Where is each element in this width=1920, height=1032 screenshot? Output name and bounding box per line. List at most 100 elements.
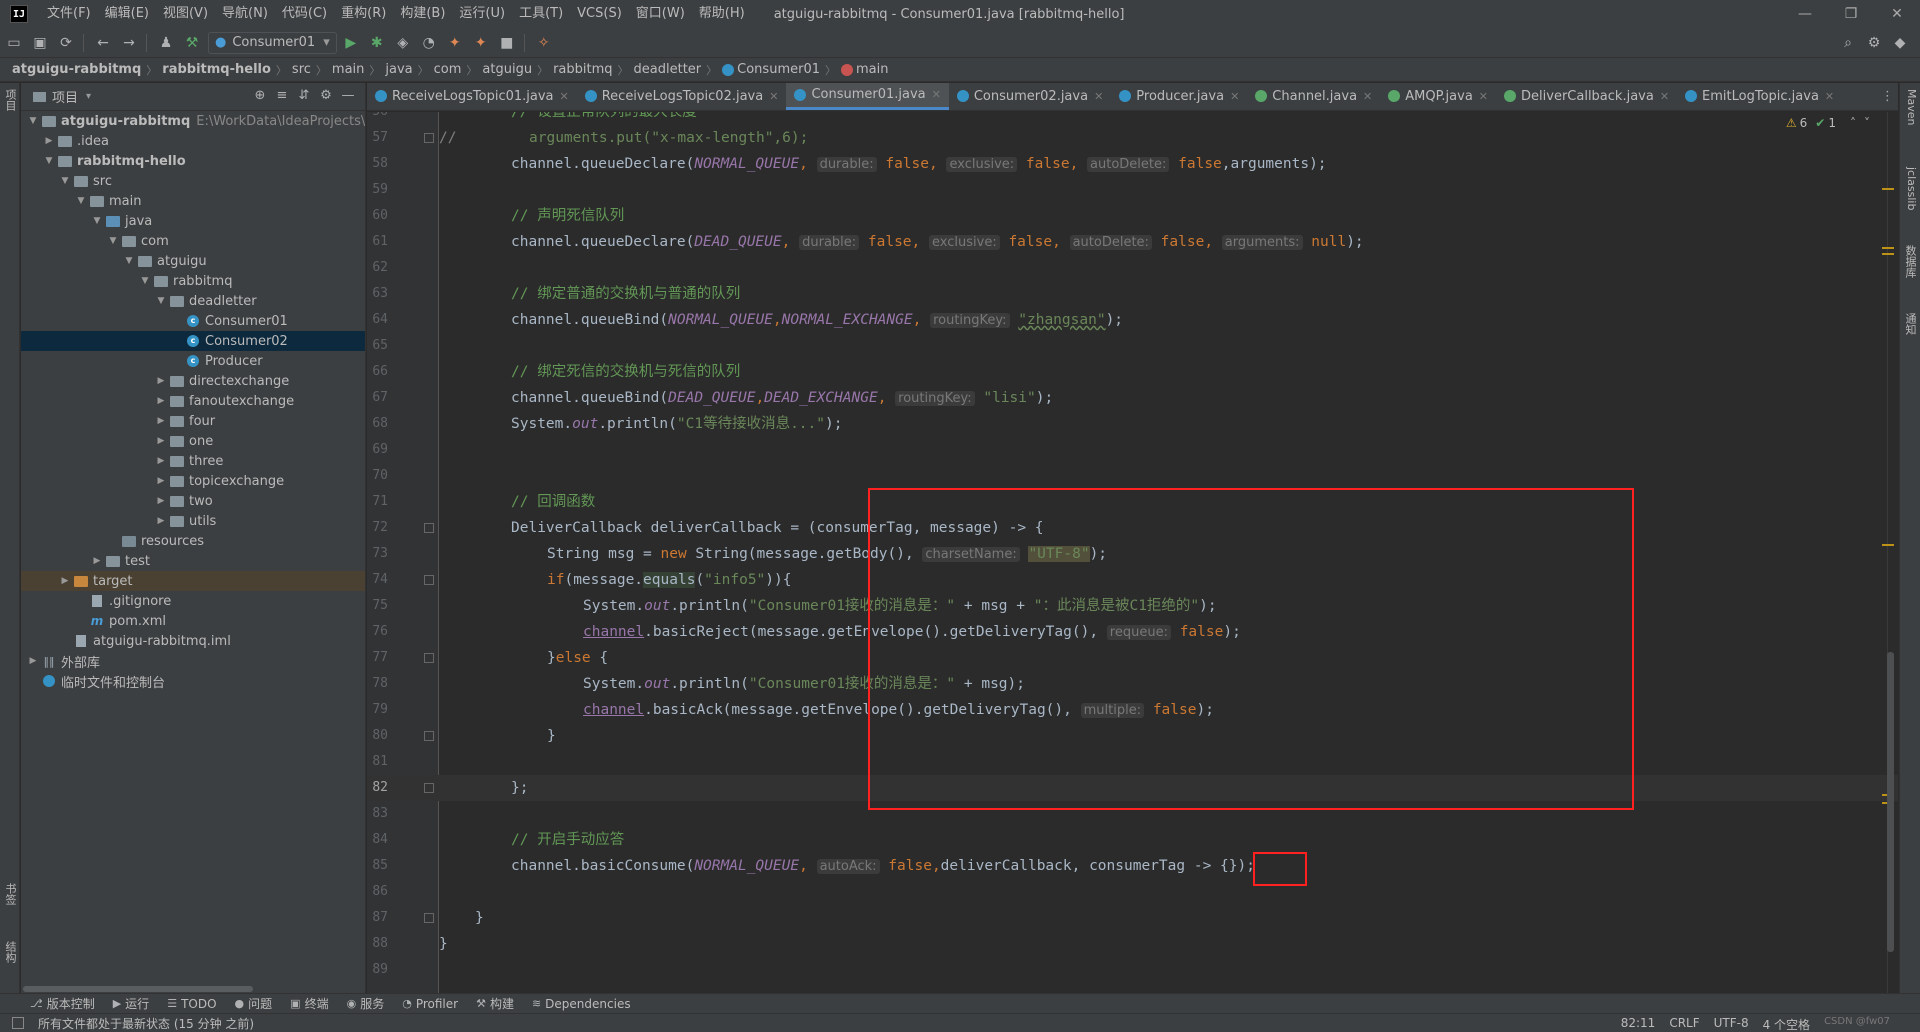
maven-tool-tab[interactable]: Maven [1903,89,1918,125]
chevron-up-icon[interactable]: ˄ [1850,116,1856,130]
run-tab[interactable]: ▶ 运行 [113,995,149,1012]
breadcrumb-item[interactable]: atguigu-rabbitmq [12,62,141,77]
menu-file[interactable]: 文件(F) [40,0,98,28]
menu-window[interactable]: 窗口(W) [629,0,692,28]
hide-icon[interactable]: — [337,88,359,103]
tree-item[interactable]: ▶ .idea [21,131,365,151]
vertical-scrollbar[interactable] [1887,652,1894,952]
tree-item[interactable]: ▼ atguigu [21,251,365,271]
breadcrumb-item[interactable]: src [292,62,311,77]
breadcrumb-item[interactable]: rabbitmq [553,62,612,77]
tree-item[interactable]: ▼ rabbitmq [21,271,365,291]
run-icon[interactable]: ▶ [339,31,363,55]
locate-icon[interactable]: ⊕ [249,88,271,103]
menu-view[interactable]: 视图(V) [156,0,215,28]
fold-icon[interactable] [424,783,434,793]
editor-tab[interactable]: EmitLogTopic.java ✕ [1677,83,1842,110]
menu-help[interactable]: 帮助(H) [692,0,752,28]
profile-icon[interactable]: ◔ [417,31,441,55]
status-square-icon[interactable] [12,1017,24,1029]
toolbox-icon[interactable]: ◆ [1888,31,1912,55]
fold-icon[interactable] [424,523,434,533]
editor-tab[interactable]: Producer.java ✕ [1111,83,1247,110]
tree-item[interactable]: 临时文件和控制台 [21,671,365,691]
git-icon[interactable]: ✧ [532,31,556,55]
problems-tab[interactable]: ● 问题 [235,995,273,1012]
tree-item[interactable]: ▶ ‖‖ 外部库 [21,651,365,671]
close-tab-icon[interactable]: ✕ [1094,90,1103,103]
gear-icon[interactable]: ⚙ [315,88,337,103]
chevron-down-icon[interactable]: ▾ [86,91,91,102]
tree-item[interactable]: c Producer [21,351,365,371]
sync-icon[interactable]: ⟳ [54,31,78,55]
menu-build[interactable]: 构建(B) [393,0,452,28]
stop-icon[interactable]: ■ [495,31,519,55]
tree-item[interactable]: .gitignore [21,591,365,611]
close-tab-icon[interactable]: ✕ [769,90,778,103]
menu-vcs[interactable]: VCS(S) [570,0,629,28]
attach-debugger-icon[interactable]: ✦ [443,31,467,55]
breadcrumb-item[interactable]: main [856,62,888,77]
tree-item[interactable]: ▼ main [21,191,365,211]
search-icon[interactable]: ⌕ [1836,31,1860,55]
fold-icon[interactable] [424,575,434,585]
build-tab[interactable]: ⚒ 构建 [476,995,514,1012]
tree-item[interactable]: ▶ topicexchange [21,471,365,491]
vcs-user-icon[interactable]: ♟ [154,31,178,55]
tree-item[interactable]: ▼ src [21,171,365,191]
breadcrumb-item[interactable]: rabbitmq-hello [162,62,271,77]
tree-item[interactable]: ▶ fanoutexchange [21,391,365,411]
open-folder-icon[interactable]: ▭ [2,31,26,55]
tree-item[interactable]: ▼ java [21,211,365,231]
editor-tab[interactable]: DeliverCallback.java ✕ [1496,83,1677,110]
tree-item[interactable]: c Consumer01 [21,311,365,331]
menu-tools[interactable]: 工具(T) [512,0,570,28]
close-tab-icon[interactable]: ✕ [1825,90,1834,103]
build-hammer-icon[interactable]: ⚒ [180,31,204,55]
chevron-down-icon[interactable]: ˅ [1864,116,1870,130]
structure-tool-tab[interactable]: 结构 [2,941,18,963]
terminal-tab[interactable]: ▣ 终端 [290,995,328,1012]
tree-item[interactable]: ▼ rabbitmq-hello [21,151,365,171]
todo-tab[interactable]: ☰ TODO [167,997,216,1011]
dependencies-tab[interactable]: ≋ Dependencies [532,997,631,1011]
forward-icon[interactable]: → [117,31,141,55]
coverage-icon[interactable]: ◈ [391,31,415,55]
fold-icon[interactable] [424,653,434,663]
horizontal-scrollbar[interactable] [21,985,365,993]
bookmarks-tool-tab[interactable]: 书签 [2,883,18,905]
tree-item[interactable]: m pom.xml [21,611,365,631]
back-icon[interactable]: ← [91,31,115,55]
tree-item[interactable]: ▼ com [21,231,365,251]
editor-tab-active[interactable]: Consumer01.java ✕ [786,83,949,110]
profiler-tab[interactable]: ◔ Profiler [402,997,458,1011]
project-panel-title[interactable]: 项目 [52,87,78,106]
editor-tab[interactable]: Channel.java ✕ [1247,83,1380,110]
tree-item[interactable]: ▶ target [21,571,365,591]
indent-setting[interactable]: 4 个空格 [1763,1016,1810,1032]
database-tool-tab[interactable]: 数据库 [1903,245,1918,278]
run-configuration-select[interactable]: ● Consumer01 ▾ [208,31,337,54]
minimize-icon[interactable]: — [1782,0,1828,28]
tree-item[interactable]: ▶ directexchange [21,371,365,391]
code-editor[interactable]: 56// 设置正常队列的最大长度 57//arguments.put("x-ma… [367,112,1898,993]
tree-item[interactable]: ▶ three [21,451,365,471]
tree-item[interactable]: ▶ test [21,551,365,571]
close-icon[interactable]: ✕ [1874,0,1920,28]
collapse-all-icon[interactable]: ⇵ [293,88,315,103]
breadcrumb-item[interactable]: atguigu [482,62,532,77]
menu-code[interactable]: 代码(C) [275,0,334,28]
fold-icon[interactable] [424,731,434,741]
services-tab[interactable]: ◉ 服务 [347,995,385,1012]
close-tab-icon[interactable]: ✕ [1660,90,1669,103]
close-tab-icon[interactable]: ✕ [1230,90,1239,103]
fold-icon[interactable] [424,913,434,923]
editor-tab[interactable]: ReceiveLogsTopic01.java ✕ [367,83,577,110]
tree-item[interactable]: resources [21,531,365,551]
restore-icon[interactable]: ❐ [1828,0,1874,28]
line-separator[interactable]: CRLF [1669,1016,1699,1032]
close-tab-icon[interactable]: ✕ [560,90,569,103]
more-vertical-icon[interactable]: ⋮ [1881,89,1894,104]
tree-item[interactable]: ▶ one [21,431,365,451]
close-tab-icon[interactable]: ✕ [1479,90,1488,103]
